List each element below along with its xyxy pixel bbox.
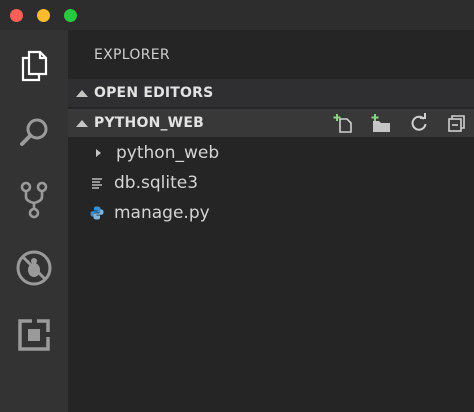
tree-item-label: manage.py [114,203,210,223]
project-section[interactable]: PYTHON_WEB [68,109,474,137]
explorer-title: EXPLORER [94,47,170,63]
title-bar [0,0,474,30]
refresh-icon [411,113,427,131]
source-control-icon [20,181,48,219]
tree-item-manage-py[interactable]: manage.py [68,198,474,228]
open-editors-section[interactable]: OPEN EDITORS [68,79,474,107]
explorer-toolbar [316,109,468,137]
maximize-window-button[interactable] [64,9,77,22]
refresh-button[interactable] [408,112,430,134]
tree-item-python-web[interactable]: python_web [68,138,474,168]
tree-item-db-sqlite3[interactable]: db.sqlite3 [68,168,474,198]
new-folder-icon [371,114,390,132]
extensions-icon [18,319,50,351]
extensions-activity-button[interactable] [0,302,68,368]
python-icon [90,206,104,220]
source-control-activity-button[interactable] [0,167,68,233]
explorer-activity-button[interactable] [0,33,68,99]
search-icon [20,118,48,146]
open-editors-label: OPEN EDITORS [94,85,214,101]
new-folder-button[interactable] [370,112,392,134]
search-activity-button[interactable] [0,100,68,166]
explorer-sidebar: EXPLORER OPEN EDITORS PYTHON_WEB python_… [68,30,474,412]
new-file-icon [333,114,352,133]
debug-icon [16,250,52,286]
minimize-window-button[interactable] [37,9,50,22]
debug-activity-button[interactable] [0,235,68,301]
activity-bar [0,30,68,412]
project-label: PYTHON_WEB [94,115,204,131]
tree-item-label: db.sqlite3 [114,173,199,193]
collapse-all-icon [448,115,465,132]
chevron-down-icon [76,89,88,97]
new-file-button[interactable] [332,112,354,134]
close-window-button[interactable] [10,9,23,22]
chevron-down-icon [76,119,88,127]
collapse-all-button[interactable] [446,112,468,134]
chevron-right-icon [92,146,106,160]
tree-item-label: python_web [116,143,220,163]
files-icon [21,50,48,82]
file-lines-icon [90,176,104,190]
